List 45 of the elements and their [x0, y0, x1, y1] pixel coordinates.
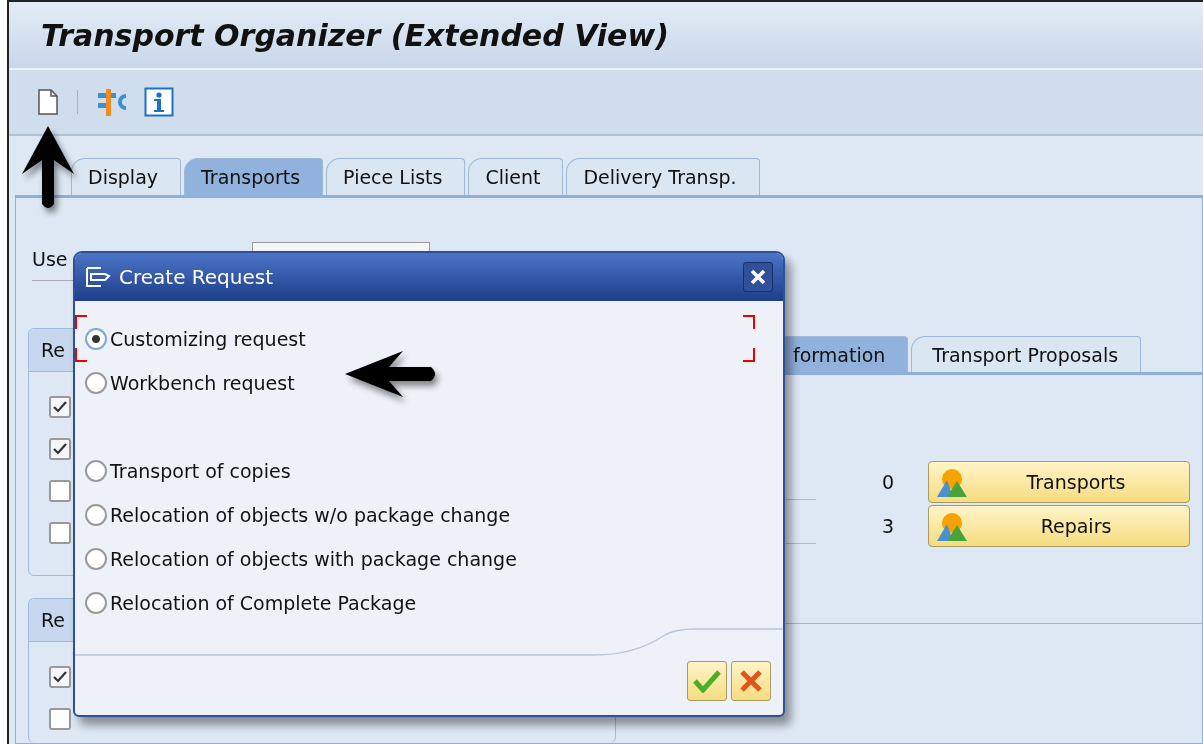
checkbox[interactable] — [49, 708, 71, 730]
checkbox[interactable] — [49, 522, 71, 544]
radio-button[interactable] — [85, 460, 107, 482]
option-label: Relocation of objects w/o package change — [110, 504, 511, 526]
tab[interactable]: Client — [468, 158, 564, 195]
confirm-button[interactable] — [687, 661, 727, 701]
option-label: Relocation of objects with package change — [110, 548, 517, 570]
tab[interactable]: Transports — [184, 158, 324, 195]
checkbox[interactable] — [49, 438, 71, 460]
option-label: Customizing request — [110, 328, 306, 350]
radio-button[interactable] — [85, 372, 107, 394]
group-title: Re — [41, 339, 66, 361]
close-icon — [750, 269, 766, 285]
mountain-icon — [935, 510, 969, 542]
tab[interactable]: Transport Proposals — [911, 336, 1142, 372]
close-button[interactable] — [743, 262, 773, 292]
cancel-button[interactable] — [731, 661, 771, 701]
checkbox[interactable] — [49, 396, 71, 418]
checkmark-icon — [53, 443, 67, 455]
info-icon[interactable] — [144, 87, 174, 117]
checkbox[interactable] — [49, 480, 71, 502]
option-label: Relocation of Complete Package — [110, 592, 417, 614]
cancel-icon — [739, 669, 763, 693]
window-title: Transport Organizer (Extended View) — [41, 17, 669, 53]
new-document-icon[interactable] — [37, 88, 59, 116]
tab[interactable]: Display — [71, 158, 182, 195]
list-button[interactable]: Transports — [928, 461, 1190, 503]
checkmark-icon — [53, 401, 67, 413]
count-value: 0 — [880, 471, 894, 493]
checkmark-icon — [53, 671, 67, 683]
option-label: Transport of copies — [110, 460, 291, 482]
tab[interactable]: Delivery Transp. — [566, 158, 760, 195]
checkbox[interactable] — [49, 666, 71, 688]
mountain-icon — [935, 466, 969, 498]
radio-button[interactable] — [85, 592, 107, 614]
count-value: 3 — [880, 515, 894, 537]
option-label: Workbench request — [110, 372, 295, 394]
radio-button[interactable] — [85, 328, 107, 350]
tab[interactable]: Piece Lists — [326, 158, 466, 195]
group-title: Re — [41, 609, 66, 631]
request-icon — [85, 266, 111, 288]
list-button[interactable]: Repairs — [928, 505, 1190, 547]
checkmark-icon — [693, 669, 721, 693]
radio-button[interactable] — [85, 548, 107, 570]
radio-button[interactable] — [85, 504, 107, 526]
